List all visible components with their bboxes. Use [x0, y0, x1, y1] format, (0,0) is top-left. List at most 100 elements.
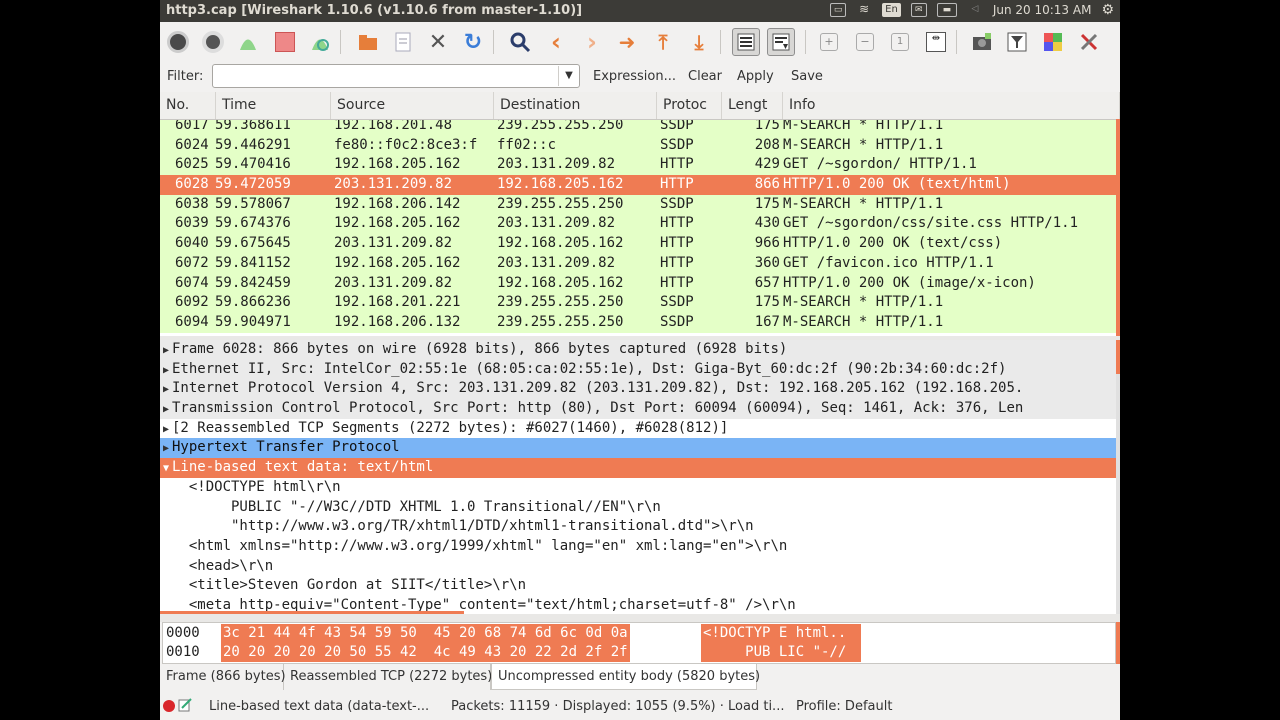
tree-item[interactable]: PUBLIC "-//W3C//DTD XHTML 1.0 Transition…	[160, 498, 1116, 518]
expression-button[interactable]: Expression...	[593, 69, 676, 84]
interface-list-button[interactable]	[164, 28, 192, 56]
collapsed-arrow-icon[interactable]: ▶	[160, 420, 172, 439]
expanded-arrow-icon[interactable]: ▼	[160, 459, 172, 478]
bytes-tab[interactable]: Frame (866 bytes)	[160, 664, 286, 690]
hex-bytes[interactable]: 20 20 20 20 20 50 55 42 4c 49 43 20 22 2…	[221, 643, 630, 662]
save-file-button[interactable]	[389, 28, 417, 56]
packet-time: 59.470416	[215, 156, 291, 173]
go-first-button[interactable]: ⤒	[649, 28, 677, 56]
table-row[interactable]: 6092 59.866236 192.168.201.221 239.255.255.…	[160, 293, 1116, 313]
expert-info-icon[interactable]	[163, 700, 175, 712]
mail-icon[interactable]: ✉	[910, 3, 927, 17]
hex-offset[interactable]: 0000	[166, 624, 200, 643]
tree-item[interactable]: <!DOCTYPE html\r\n	[160, 478, 1116, 498]
capture-filters-button[interactable]	[968, 28, 996, 56]
collapsed-arrow-icon[interactable]: ▶	[160, 400, 172, 419]
restart-capture-button[interactable]	[306, 28, 334, 56]
display-icon[interactable]: ▭	[830, 3, 847, 17]
tree-item[interactable]: ▶ Frame 6028: 866 bytes on wire (6928 bit…	[160, 340, 1116, 360]
tree-item[interactable]: ▶ Transmission Control Protocol, Src Port…	[160, 399, 1116, 419]
column-header[interactable]: No.	[160, 92, 216, 119]
zoom-out-button[interactable]: −	[851, 28, 879, 56]
colorize-button[interactable]	[732, 28, 760, 56]
hex-offset[interactable]: 0010	[166, 643, 200, 662]
collapsed-arrow-icon[interactable]: ▶	[160, 439, 172, 458]
status-profile[interactable]: Profile: Default	[796, 699, 892, 714]
table-row[interactable]: 6094 59.904971 192.168.206.132 239.255.255.…	[160, 312, 1116, 333]
tree-item[interactable]: <head>\r\n	[160, 557, 1116, 577]
save-file-icon	[395, 32, 411, 52]
tree-item[interactable]: ▼ Line-based text data: text/html	[160, 458, 1116, 478]
column-header[interactable]: Info	[783, 92, 1120, 119]
zoom-normal-button[interactable]: 1	[886, 28, 914, 56]
coloring-rules-button[interactable]	[1039, 28, 1067, 56]
capture-comment-icon[interactable]	[178, 698, 192, 712]
go-back-button[interactable]: ‹	[542, 28, 570, 56]
stop-capture-button[interactable]	[271, 28, 299, 56]
bytes-tab[interactable]: Uncompressed entity body (5820 bytes)	[491, 664, 760, 690]
packet-no: 6024	[175, 136, 209, 153]
column-header[interactable]: Time	[216, 92, 331, 119]
volume-muted-icon[interactable]: ◁	[967, 3, 983, 17]
column-header[interactable]: Source	[331, 92, 494, 119]
table-row[interactable]: 6072 59.841152 192.168.205.162 203.131.209.…	[160, 253, 1116, 274]
tree-item[interactable]: <html xmlns="http://www.w3.org/1999/xhtm…	[160, 537, 1116, 557]
packet-bytes-pane[interactable]: 0000 3c 21 44 4f 43 54 59 50 45 20 68 74 …	[162, 622, 1116, 664]
pane-splitter[interactable]	[160, 614, 1120, 622]
table-row[interactable]: 6024 59.446291 fe80::f0c2:8ce3:f ff02::c SSD…	[160, 135, 1116, 156]
collapsed-arrow-icon[interactable]: ▶	[160, 380, 172, 399]
capture-filters-icon	[973, 33, 991, 50]
hex-bytes[interactable]: 3c 21 44 4f 43 54 59 50 45 20 68 74 6d 6…	[221, 624, 630, 643]
resize-columns-button[interactable]: ⇹	[922, 28, 950, 56]
wifi-icon[interactable]: ≋	[856, 3, 872, 17]
ascii-bytes[interactable]: PUB LIC "-//	[701, 643, 861, 662]
table-row[interactable]: 6028 59.472059 203.131.209.82 192.168.205.1…	[160, 175, 1116, 195]
table-row[interactable]: 6040 59.675645 203.131.209.82 192.168.205.1…	[160, 234, 1116, 254]
clear-button[interactable]: Clear	[688, 69, 722, 84]
capture-options-button[interactable]	[199, 28, 227, 56]
table-row[interactable]: 6039 59.674376 192.168.205.162 203.131.209.…	[160, 214, 1116, 235]
display-filter-input[interactable]	[212, 64, 580, 88]
table-row[interactable]: 6074 59.842459 203.131.209.82 192.168.205.1…	[160, 273, 1116, 294]
preferences-button[interactable]	[1075, 28, 1103, 56]
apply-button[interactable]: Apply	[737, 69, 774, 84]
details-scrollbar[interactable]	[1116, 340, 1120, 614]
auto-scroll-button[interactable]	[767, 28, 795, 56]
filter-dropdown-icon[interactable]: ▼	[558, 66, 579, 86]
keyboard-language-indicator[interactable]: En	[882, 3, 901, 17]
reload-button[interactable]: ↻	[459, 28, 487, 56]
display-filters-button[interactable]	[1003, 28, 1031, 56]
ascii-bytes[interactable]: <!DOCTYP E html..	[701, 624, 861, 643]
tree-item[interactable]: ▶ Internet Protocol Version 4, Src: 203.1…	[160, 379, 1116, 400]
packet-list[interactable]: 6017 59.368611 192.168.201.48 239.255.255.2…	[160, 92, 1120, 336]
tree-item[interactable]: ▶ [2 Reassembled TCP Segments (2272 bytes…	[160, 419, 1116, 439]
find-packet-button[interactable]	[506, 28, 534, 56]
start-capture-button[interactable]	[234, 28, 262, 56]
table-row[interactable]: 6038 59.578067 192.168.206.142 239.255.255.…	[160, 194, 1116, 215]
bytes-tab[interactable]: Reassembled TCP (2272 bytes)	[284, 664, 492, 690]
packet-details-tree[interactable]: ▶ Frame 6028: 866 bytes on wire (6928 bit…	[160, 340, 1116, 614]
bytes-scrollbar[interactable]	[1116, 622, 1120, 664]
save-filter-button[interactable]: Save	[791, 69, 823, 84]
zoom-in-button[interactable]: +	[815, 28, 843, 56]
go-to-packet-button[interactable]: ➜	[613, 28, 641, 56]
collapsed-arrow-icon[interactable]: ▶	[160, 341, 172, 360]
go-forward-button[interactable]: ›	[578, 28, 606, 56]
tree-item[interactable]: ▶ Ethernet II, Src: IntelCor_02:55:1e (68…	[160, 359, 1116, 380]
collapsed-arrow-icon[interactable]: ▶	[160, 361, 172, 380]
tree-item[interactable]: "http://www.w3.org/TR/xhtml1/DTD/xhtml1-…	[160, 517, 1116, 537]
table-row[interactable]: 6025 59.470416 192.168.205.162 203.131.209.…	[160, 155, 1116, 176]
close-file-button[interactable]: ✕	[424, 28, 452, 56]
clock[interactable]: Jun 20 10:13 AM	[993, 3, 1092, 17]
tree-item[interactable]: ▶ Hypertext Transfer Protocol	[160, 438, 1116, 459]
battery-icon[interactable]: ▬	[936, 3, 957, 17]
packet-list-scrollbar[interactable]	[1116, 119, 1120, 336]
column-header[interactable]: Protoc	[657, 92, 722, 119]
open-file-button[interactable]	[354, 28, 382, 56]
tree-item[interactable]: <title>Steven Gordon at SIIT</title>\r\n	[160, 576, 1116, 596]
tree-item-label: Transmission Control Protocol, Src Port:…	[172, 400, 1024, 417]
column-header[interactable]: Destination	[494, 92, 657, 119]
settings-gear-icon[interactable]: ⚙	[1101, 2, 1114, 18]
go-last-button[interactable]: ⤓	[685, 28, 713, 56]
column-header[interactable]: Lengt	[722, 92, 783, 119]
